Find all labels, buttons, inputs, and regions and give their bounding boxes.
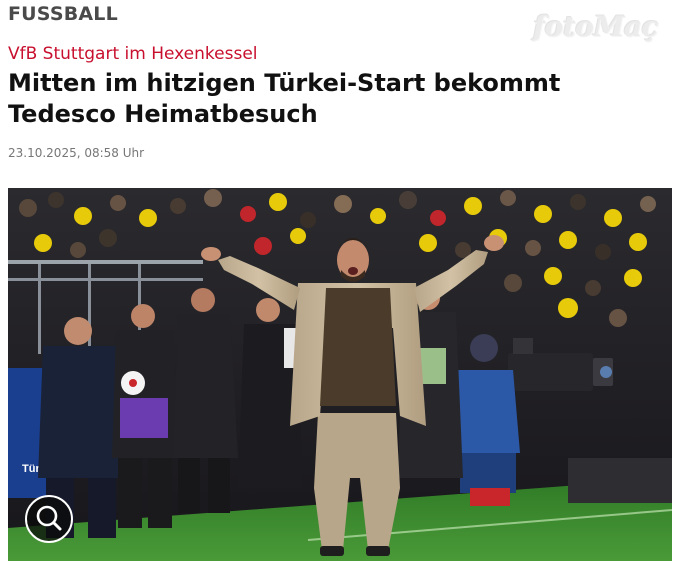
- stadium-scene-illustration: Türk: [8, 188, 672, 561]
- camera-dolly: [568, 458, 672, 503]
- brand-watermark-logo: fotoMaç: [533, 10, 659, 43]
- section-category[interactable]: FUSSBALL: [8, 3, 118, 25]
- magnifier-icon: [36, 505, 62, 531]
- article-headline: Mitten im hitzigen Türkei-Start bekommt …: [8, 69, 561, 128]
- zoom-button[interactable]: [25, 495, 73, 543]
- article-kicker: VfB Stuttgart im Hexenkessel: [8, 44, 258, 64]
- article-photo[interactable]: Türk: [8, 188, 672, 561]
- article-date: 23.10.2025, 08:58 Uhr: [8, 146, 145, 160]
